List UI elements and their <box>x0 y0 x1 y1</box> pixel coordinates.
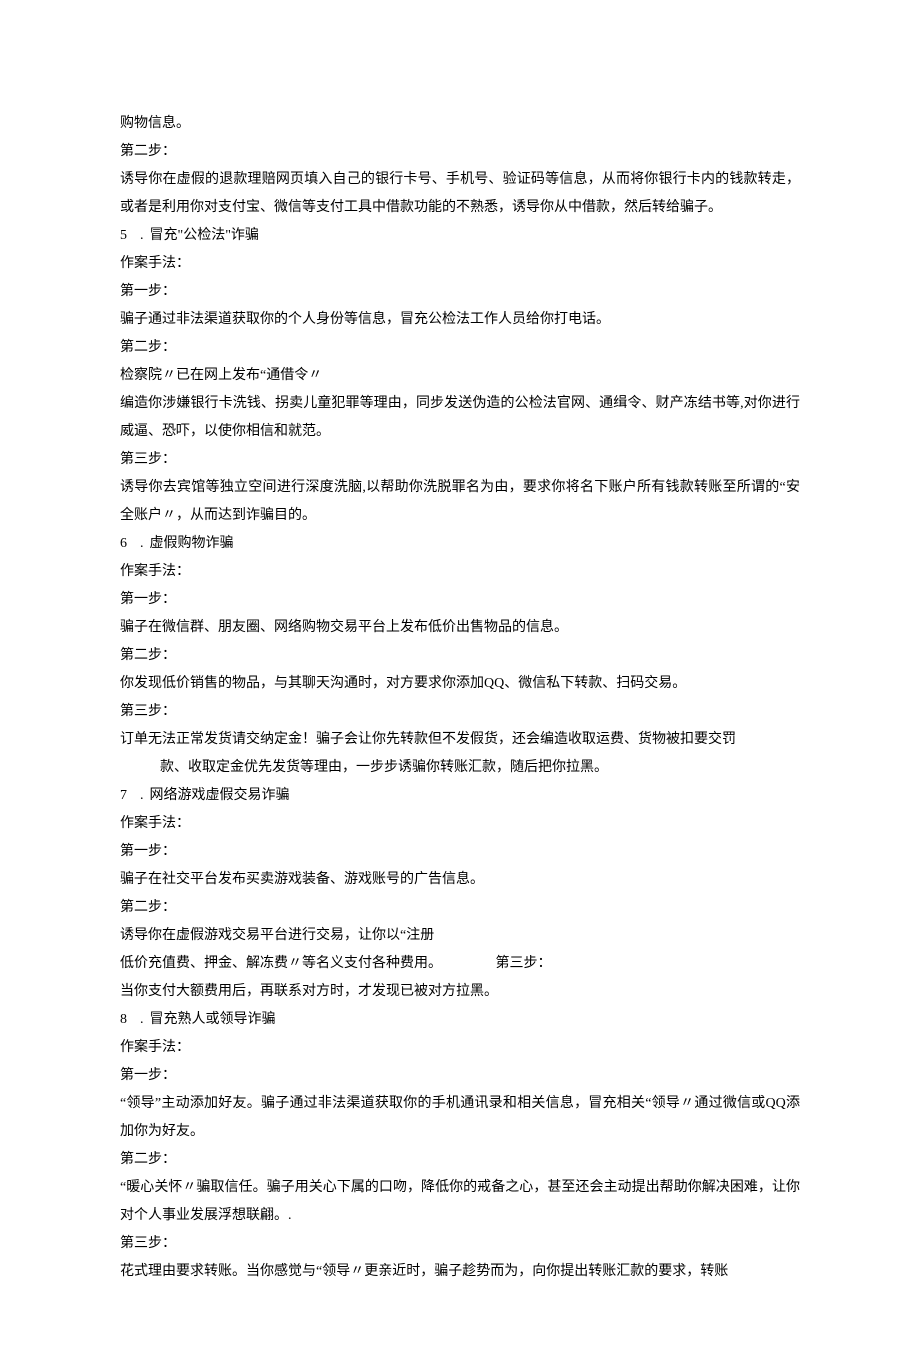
step-label: 第二步： <box>120 642 800 670</box>
dot-separator: . <box>140 1006 144 1034</box>
section-title: 冒充"公检法"诈骗 <box>150 222 259 250</box>
section-heading-7: 7 . 网络游戏虚假交易诈骗 <box>120 782 800 810</box>
method-label: 作案手法： <box>120 1034 800 1062</box>
section-title: 网络游戏虚假交易诈骗 <box>150 782 290 810</box>
text-line: “领导”主动添加好友。骗子通过非法渠道获取你的手机通讯录和相关信息，冒充相关“领… <box>120 1090 800 1146</box>
step-label: 第三步： <box>120 446 800 474</box>
section-heading-8: 8 . 冒充熟人或领导诈骗 <box>120 1006 800 1034</box>
text-line: “暖心关怀〃骗取信任。骗子用关心下属的口吻，降低你的戒备之心，甚至还会主动提出帮… <box>120 1174 800 1230</box>
step-label: 第三步： <box>120 698 800 726</box>
step-label: 第二步： <box>120 138 800 166</box>
text-line: 骗子在社交平台发布买卖游戏装备、游戏账号的广告信息。 <box>120 866 800 894</box>
dot-separator: . <box>140 222 144 250</box>
document-page: 购物信息。 第二步： 诱导你在虚假的退款理赔网页填入自己的银行卡号、手机号、验证… <box>0 0 920 1346</box>
section-number: 7 <box>120 782 134 810</box>
step-label: 第二步： <box>120 334 800 362</box>
text-line: 诱导你在虚假的退款理赔网页填入自己的银行卡号、手机号、验证码等信息，从而将你银行… <box>120 166 800 222</box>
text-line: 订单无法正常发货请交纳定金！骗子会让你先转款但不发假货，还会编造收取运费、货物被… <box>120 726 800 754</box>
text-line: 你发现低价销售的物品，与其聊天沟通时，对方要求你添加QQ、微信私下转款、扫码交易… <box>120 670 800 698</box>
method-label: 作案手法： <box>120 558 800 586</box>
text-line: 当你支付大额费用后，再联系对方时，才发现已被对方拉黑。 <box>120 978 800 1006</box>
text-line: 骗子通过非法渠道获取你的个人身份等信息，冒充公检法工作人员给你打电话。 <box>120 306 800 334</box>
dot-separator: . <box>140 530 144 558</box>
section-number: 5 <box>120 222 134 250</box>
step-label: 第二步： <box>120 1146 800 1174</box>
text-line: 检察院〃已在网上发布“通借令〃 <box>120 362 800 390</box>
section-number: 8 <box>120 1006 134 1034</box>
step-label: 第一步： <box>120 586 800 614</box>
step-label-inline: 第三步： <box>496 956 552 971</box>
step-label: 第二步： <box>120 894 800 922</box>
section-title: 虚假购物诈骗 <box>150 530 234 558</box>
dot-separator: . <box>140 782 144 810</box>
text-line: 编造你涉嫌银行卡洗钱、拐卖儿童犯罪等理由，同步发送伪造的公检法官网、通缉令、财产… <box>120 390 800 446</box>
text-line: 骗子在微信群、朋友圈、网络购物交易平台上发布低价出售物品的信息。 <box>120 614 800 642</box>
text-line: 低价充值费、押金、解冻费〃等名义支付各种费用。 第三步： <box>120 950 800 978</box>
step-label: 第一步： <box>120 838 800 866</box>
step-label: 第三步： <box>120 1230 800 1258</box>
step-label: 第一步： <box>120 278 800 306</box>
method-label: 作案手法： <box>120 250 800 278</box>
method-label: 作案手法： <box>120 810 800 838</box>
section-title: 冒充熟人或领导诈骗 <box>150 1006 276 1034</box>
text-line: 购物信息。 <box>120 110 800 138</box>
text-segment: 低价充值费、押金、解冻费〃等名义支付各种费用。 <box>120 956 442 971</box>
text-line: 诱导你在虚假游戏交易平台进行交易，让你以“注册 <box>120 922 800 950</box>
step-label: 第一步： <box>120 1062 800 1090</box>
text-line: 花式理由要求转账。当你感觉与“领导〃更亲近时，骗子趁势而为，向你提出转账汇款的要… <box>120 1258 800 1286</box>
section-heading-5: 5 . 冒充"公检法"诈骗 <box>120 222 800 250</box>
section-heading-6: 6 . 虚假购物诈骗 <box>120 530 800 558</box>
text-line: 款、收取定金优先发货等理由，一步步诱骗你转账汇款，随后把你拉黑。 <box>120 754 800 782</box>
text-line: 诱导你去宾馆等独立空间进行深度洗脑,以帮助你洗脱罪名为由，要求你将名下账户所有钱… <box>120 474 800 530</box>
section-number: 6 <box>120 530 134 558</box>
